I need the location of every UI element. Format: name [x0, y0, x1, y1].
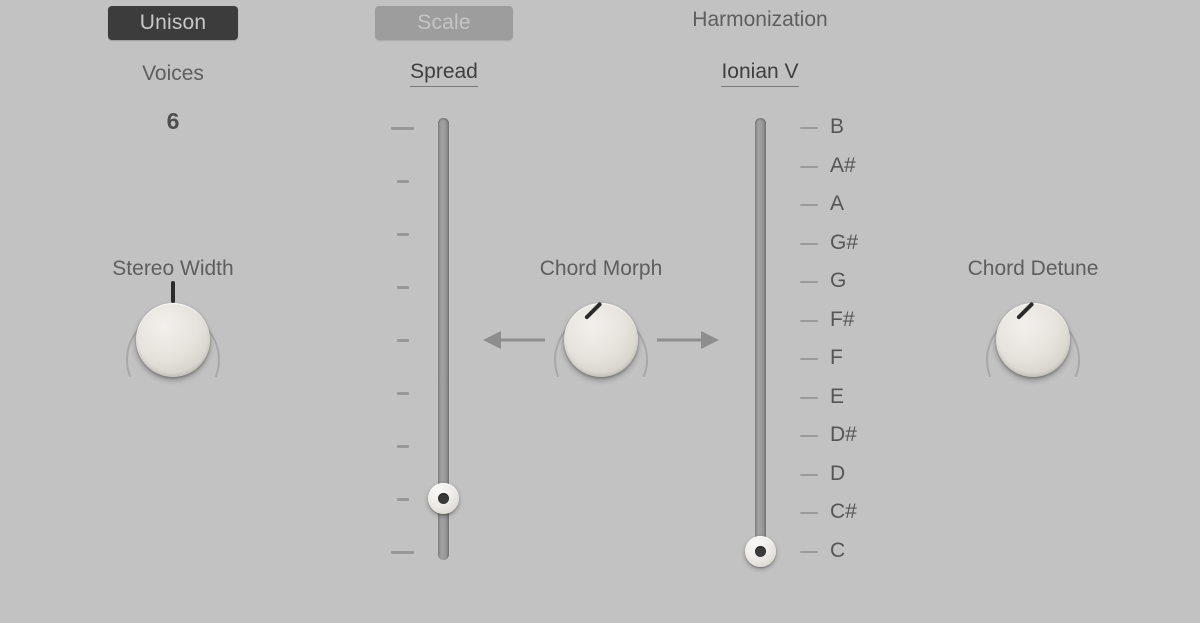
knob-body — [564, 301, 638, 377]
note-dash — [800, 397, 818, 399]
chord-detune-label: Chord Detune — [967, 257, 1099, 280]
arrow-left-icon[interactable] — [483, 328, 545, 352]
knob-pointer — [171, 281, 175, 303]
plugin-panel: Unison Voices 6 Stereo Width Scale Sprea… — [0, 0, 1200, 623]
stereo-width-knob[interactable] — [111, 281, 235, 392]
knob-body — [136, 281, 210, 377]
note-label[interactable]: G — [830, 269, 846, 293]
note-dash — [800, 204, 818, 206]
slider-thumb-dot — [438, 493, 449, 504]
note-dash — [800, 551, 818, 553]
tab-unison-label: Unison — [139, 11, 207, 34]
spread-tick — [391, 551, 414, 554]
spread-param[interactable]: Spread — [368, 60, 520, 87]
tab-unison[interactable]: Unison — [108, 6, 238, 40]
note-dash — [800, 166, 818, 168]
harmonization-param-label: Ionian V — [721, 60, 799, 87]
note-dash — [800, 474, 818, 476]
spread-slider-thumb[interactable] — [428, 483, 459, 514]
harmonization-slider-thumb[interactable] — [745, 536, 776, 567]
note-dash — [800, 358, 818, 360]
chord-morph-label: Chord Morph — [539, 257, 663, 280]
note-label[interactable]: G# — [830, 231, 858, 255]
spread-tick — [396, 339, 409, 342]
note-label[interactable]: C# — [830, 500, 857, 524]
spread-tick — [396, 445, 409, 448]
spread-tick — [396, 233, 409, 236]
tab-scale-label: Scale — [417, 11, 471, 34]
stereo-width-label: Stereo Width — [112, 257, 234, 280]
chord-morph-knob[interactable] — [539, 288, 663, 392]
slider-thumb-dot — [755, 546, 766, 557]
note-label[interactable]: D# — [830, 423, 857, 447]
spread-tick — [396, 498, 409, 501]
note-dash — [800, 320, 818, 322]
spread-param-label: Spread — [410, 60, 478, 87]
note-dash — [800, 512, 818, 514]
note-label[interactable]: A — [830, 192, 844, 216]
voices-label: Voices — [142, 62, 204, 85]
note-label[interactable]: A# — [830, 154, 856, 178]
spread-tick — [396, 286, 409, 289]
tab-scale[interactable]: Scale — [375, 6, 513, 40]
note-label[interactable]: B — [830, 115, 844, 139]
note-label[interactable]: C — [830, 539, 845, 563]
note-dash — [800, 127, 818, 129]
spread-tick — [396, 180, 409, 183]
harmonization-slider-track[interactable] — [755, 118, 766, 560]
note-dash — [800, 281, 818, 283]
arrow-right-icon[interactable] — [657, 328, 719, 352]
harmonization-param[interactable]: Ionian V — [684, 60, 836, 87]
note-dash — [800, 435, 818, 437]
note-label[interactable]: F# — [830, 308, 855, 332]
note-dash — [800, 243, 818, 245]
note-label[interactable]: F — [830, 346, 843, 370]
knob-body — [996, 301, 1070, 377]
harmonization-title: Harmonization — [692, 8, 828, 31]
spread-tick — [391, 127, 414, 130]
chord-detune-knob[interactable] — [971, 288, 1095, 392]
note-label[interactable]: E — [830, 385, 844, 409]
voices-value[interactable]: 6 — [98, 108, 248, 135]
spread-tick — [396, 392, 409, 395]
note-label[interactable]: D — [830, 462, 845, 486]
